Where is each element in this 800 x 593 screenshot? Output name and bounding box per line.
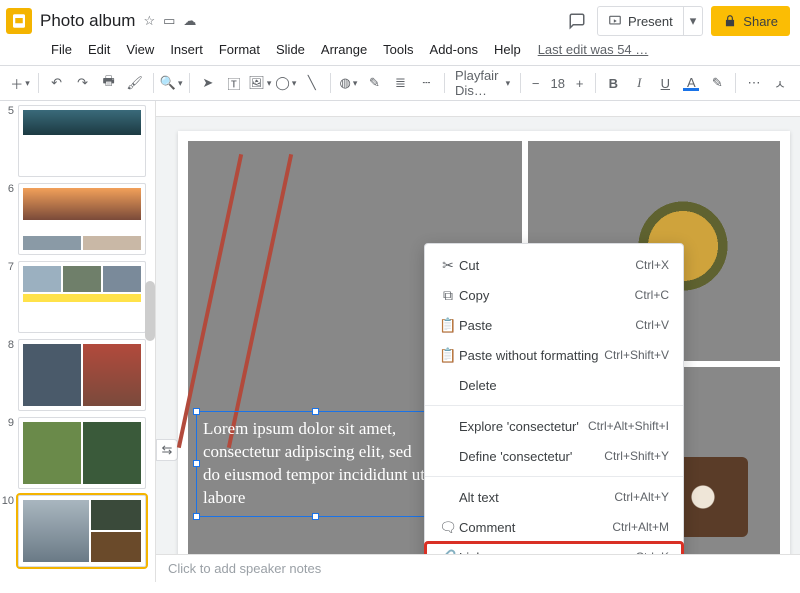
italic-button[interactable]: I	[627, 70, 651, 96]
slide-number: 5	[0, 105, 14, 177]
line-tool[interactable]: ╲	[300, 70, 324, 96]
undo-button[interactable]: ↶	[45, 70, 69, 96]
slidepanel-scrollbar[interactable]	[145, 281, 155, 341]
context-menu: ✂CutCtrl+X ⧉CopyCtrl+C 📋PasteCtrl+V 📋Pas…	[424, 243, 684, 554]
ctx-link[interactable]: 🔗LinkCtrl+K	[425, 542, 683, 554]
ctx-copy[interactable]: ⧉CopyCtrl+C	[425, 280, 683, 310]
copy-icon: ⧉	[437, 287, 459, 304]
speaker-notes[interactable]: Click to add speaker notes	[156, 554, 800, 582]
slides-logo	[6, 8, 32, 34]
menu-addons[interactable]: Add-ons	[423, 40, 485, 59]
paste-icon: 📋	[437, 317, 459, 334]
menu-arrange[interactable]: Arrange	[314, 40, 374, 59]
slide-number: 6	[0, 183, 14, 255]
open-comments-button[interactable]	[565, 9, 589, 33]
menu-view[interactable]: View	[119, 40, 161, 59]
menu-help[interactable]: Help	[487, 40, 528, 59]
text-color-button[interactable]: A	[679, 70, 703, 96]
cloud-icon[interactable]: ☁	[183, 13, 196, 29]
slide-thumb-5[interactable]	[18, 105, 146, 177]
toolbar: ＋ ↶ ↷ 🖶 🖌 🔍 ➤ 🅃 🖼 ◯ ╲ ◍ ✎ ≣ ┄ Playfair D…	[0, 65, 800, 101]
menu-slide[interactable]: Slide	[269, 40, 312, 59]
paste-plain-icon: 📋	[437, 347, 459, 364]
new-slide-button[interactable]: ＋	[8, 70, 32, 96]
slide-number: 9	[0, 417, 14, 489]
menu-bar: File Edit View Insert Format Slide Arran…	[0, 36, 800, 65]
cut-icon: ✂	[437, 257, 459, 274]
share-button[interactable]: Share	[711, 6, 790, 36]
present-dropdown[interactable]: ▾	[684, 13, 703, 29]
present-label: Present	[628, 14, 673, 29]
link-icon: 🔗	[437, 549, 459, 555]
move-icon[interactable]: ▭	[163, 13, 175, 29]
comment-icon: 🗨	[437, 519, 459, 536]
ctx-explore[interactable]: Explore 'consectetur'Ctrl+Alt+Shift+I	[425, 411, 683, 441]
horizontal-ruler	[156, 101, 800, 117]
menu-tools[interactable]: Tools	[376, 40, 420, 59]
menu-file[interactable]: File	[44, 40, 79, 59]
ctx-alt-text[interactable]: Alt textCtrl+Alt+Y	[425, 482, 683, 512]
more-tools-button[interactable]: ⋯	[742, 70, 766, 96]
menu-format[interactable]: Format	[212, 40, 267, 59]
slide-thumb-9[interactable]	[18, 417, 146, 489]
selected-textbox[interactable]: Lorem ipsum dolor sit amet, consectetur …	[196, 411, 436, 517]
ctx-cut[interactable]: ✂CutCtrl+X	[425, 250, 683, 280]
ctx-delete[interactable]: Delete	[425, 370, 683, 400]
image-tool[interactable]: 🖼	[248, 70, 272, 96]
slide-thumb-10[interactable]	[18, 495, 146, 567]
slide-canvas[interactable]: ⇆ Lorem ipsum dolor sit amet, consectetu…	[156, 117, 800, 554]
fill-color-button[interactable]: ◍	[336, 70, 360, 96]
share-label: Share	[743, 14, 778, 29]
font-family-select[interactable]: Playfair Dis…▾	[451, 68, 514, 98]
menu-edit[interactable]: Edit	[81, 40, 117, 59]
underline-button[interactable]: U	[653, 70, 677, 96]
star-icon[interactable]: ☆	[143, 13, 155, 29]
ctx-paste[interactable]: 📋PasteCtrl+V	[425, 310, 683, 340]
font-size-increase[interactable]: +	[571, 76, 589, 91]
slide-number: 10	[0, 495, 14, 567]
font-size-decrease[interactable]: −	[527, 76, 545, 91]
border-color-button[interactable]: ✎	[362, 70, 386, 96]
menu-insert[interactable]: Insert	[163, 40, 210, 59]
paint-format-button[interactable]: 🖌	[123, 70, 147, 96]
textbox-tool[interactable]: 🅃	[222, 70, 246, 96]
last-edit-link[interactable]: Last edit was 54 …	[538, 42, 649, 57]
ctx-define[interactable]: Define 'consectetur'Ctrl+Shift+Y	[425, 441, 683, 471]
zoom-button[interactable]: 🔍	[159, 70, 183, 96]
present-button[interactable]: Present ▾	[597, 6, 703, 36]
slide-number: 7	[0, 261, 14, 333]
font-size-input[interactable]: 18	[545, 76, 571, 91]
highlight-color-button[interactable]: ✎	[705, 70, 729, 96]
ctx-paste-without-formatting[interactable]: 📋Paste without formattingCtrl+Shift+V	[425, 340, 683, 370]
slide-thumb-8[interactable]	[18, 339, 146, 411]
ctx-comment[interactable]: 🗨CommentCtrl+Alt+M	[425, 512, 683, 542]
slide-number: 8	[0, 339, 14, 411]
border-dash-button[interactable]: ┄	[414, 70, 438, 96]
explore-toggle-icon[interactable]: ⇆	[156, 439, 178, 461]
doc-title[interactable]: Photo album	[40, 11, 135, 31]
select-tool[interactable]: ➤	[196, 70, 220, 96]
textbox-content[interactable]: Lorem ipsum dolor sit amet, consectetur …	[203, 418, 429, 510]
slide-thumb-7[interactable]	[18, 261, 146, 333]
shape-tool[interactable]: ◯	[274, 70, 298, 96]
hide-menus-button[interactable]: ㅅ	[768, 70, 792, 96]
redo-button[interactable]: ↷	[71, 70, 95, 96]
slide-panel[interactable]: 5 6 7 8 9 10	[0, 101, 156, 582]
print-button[interactable]: 🖶	[97, 70, 121, 96]
bold-button[interactable]: B	[601, 70, 625, 96]
border-weight-button[interactable]: ≣	[388, 70, 412, 96]
slide-thumb-6[interactable]	[18, 183, 146, 255]
